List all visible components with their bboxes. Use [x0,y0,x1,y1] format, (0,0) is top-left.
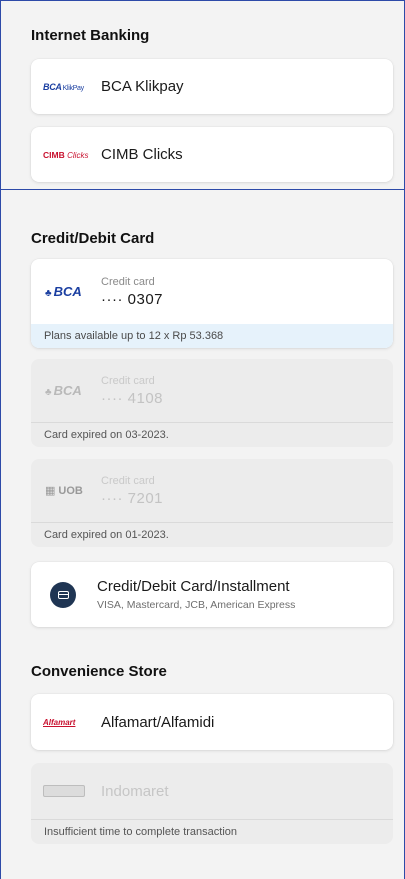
card-expired-note: Card expired on 01-2023. [31,522,393,546]
card-number: ···· 0307 [101,290,164,308]
cimb-clicks-label: CIMB Clicks [101,146,183,163]
add-card-option[interactable]: Credit/Debit Card/Installment VISA, Mast… [31,562,393,627]
bca-klikpay-option[interactable]: BCAKlikPay BCA Klikpay [31,59,393,114]
card-type-label: Credit card [101,275,155,288]
insufficient-time-note: Insufficient time to complete transactio… [31,819,393,843]
add-card-subtitle: VISA, Mastercard, JCB, American Express [97,599,296,611]
card-number: ···· 7201 [101,489,164,507]
alfamart-logo: Alfamart [43,717,76,727]
bca-logo: ♣ BCA [45,383,82,398]
alfamart-label: Alfamart/Alfamidi [101,713,215,731]
internet-banking-title: Internet Banking [31,27,150,44]
add-card-title: Credit/Debit Card/Installment [97,578,290,595]
bca-logo: ♣ BCA [45,284,82,299]
indomaret-logo [43,785,85,797]
alfamart-option[interactable]: Alfamart Alfamart/Alfamidi [31,694,393,750]
card-type-label: Credit card [101,374,155,387]
saved-card-bca-0307[interactable]: ♣ BCA Credit card ···· 0307 Plans availab… [31,259,393,348]
installment-plan-note: Plans available up to 12 x Rp 53.368 [31,324,393,348]
uob-logo: ▦ UOB [45,485,83,497]
credit-debit-title: Credit/Debit Card [31,230,155,247]
convenience-store-title: Convenience Store [31,663,167,680]
saved-card-uob-7201: ▦ UOB Credit card ···· 7201 Card expired … [31,459,393,547]
bca-klikpay-label: BCA Klikpay [101,78,184,95]
credit-card-icon [50,581,76,608]
cimb-clicks-option[interactable]: CIMB Clicks CIMB Clicks [31,127,393,182]
indomaret-option: Indomaret Insufficient time to complete … [31,763,393,844]
cimb-clicks-logo: CIMB Clicks [43,149,89,160]
bca-klikpay-logo: BCAKlikPay [43,81,84,92]
card-number: ···· 4108 [101,389,164,407]
indomaret-label: Indomaret [101,782,169,800]
saved-card-bca-4108: ♣ BCA Credit card ···· 4108 Card expired … [31,359,393,447]
card-expired-note: Card expired on 03-2023. [31,422,393,446]
card-type-label: Credit card [101,474,155,487]
